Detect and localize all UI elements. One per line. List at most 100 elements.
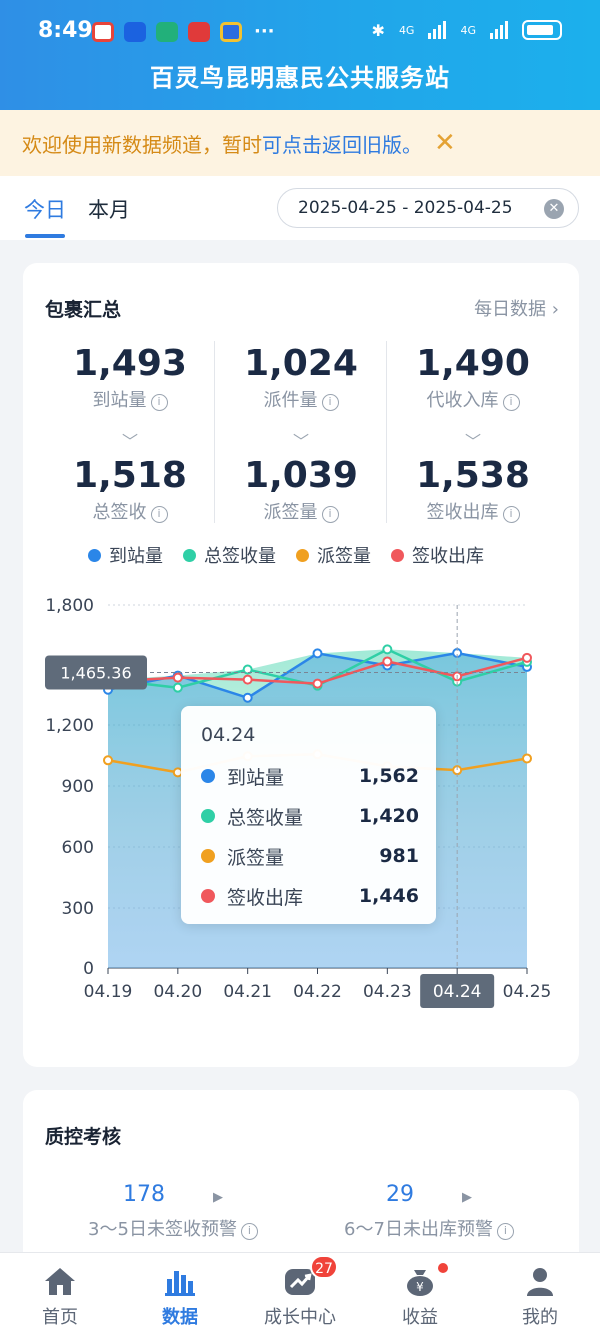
quality-item-unsigned[interactable]: 178 ▶ 3～5日未签收预警 i — [63, 1182, 283, 1241]
tooltip-swatch — [201, 889, 215, 903]
y-tick-label: 1,200 — [45, 716, 94, 736]
nav-mine[interactable]: 我的 — [480, 1253, 600, 1333]
x-tick-label: 04.25 — [503, 982, 552, 1002]
x-tick-label: 04.20 — [153, 982, 202, 1002]
chevron-down-icon: ﹀ — [121, 432, 138, 451]
data-point — [382, 644, 393, 655]
x-tick-label: 04.24 — [433, 982, 482, 1002]
legend-swatch — [183, 548, 196, 562]
nav-home[interactable]: 首页 — [0, 1253, 120, 1333]
quality-label: 6～7日未出库预警 — [344, 1219, 493, 1240]
tab-month[interactable]: 本月 — [88, 194, 130, 224]
bar-chart-icon — [165, 1271, 195, 1296]
legend-item[interactable]: 总签收量 — [183, 542, 276, 568]
notice-back-link[interactable]: 可点击返回旧版。 — [262, 129, 422, 158]
svg-text:¥: ¥ — [416, 1280, 424, 1294]
tooltip-series-name: 总签收量 — [227, 806, 304, 829]
nav-label: 我的 — [522, 1307, 558, 1328]
date-range-text: 2025-04-25 - 2025-04-25 — [298, 198, 513, 218]
date-range-picker[interactable]: 2025-04-25 - 2025-04-25 ✕ — [277, 188, 579, 228]
quality-label: 3～5日未签收预警 — [88, 1219, 237, 1240]
quality-item-not-out[interactable]: 29 ▶ 6～7日未出库预警 i — [319, 1182, 539, 1241]
data-point — [312, 648, 323, 659]
data-point — [382, 656, 393, 667]
tooltip-row: 到站量 1,562 — [201, 763, 419, 789]
tooltip-value: 1,420 — [358, 805, 419, 827]
package-summary-title: 包裹汇总 — [45, 299, 122, 321]
tooltip-date: 04.24 — [201, 724, 256, 746]
chevron-down-icon: ﹀ — [292, 432, 309, 451]
nav-label: 成长中心 — [264, 1307, 336, 1328]
app-yellow-icon — [220, 22, 242, 42]
stat-collect-in: 1,490 代收入库 i — [388, 343, 558, 412]
signal-1-icon — [428, 21, 447, 39]
quality-value: 178 — [123, 1182, 165, 1207]
chevron-right-icon: ▶ — [462, 1190, 472, 1205]
data-point — [522, 753, 532, 764]
reference-label: 1,465.36 — [60, 663, 131, 682]
clear-date-icon[interactable]: ✕ — [544, 199, 564, 219]
tooltip-series-name: 签收出库 — [227, 886, 304, 909]
y-tick-label: 300 — [62, 899, 94, 919]
stat-label: 代收入库 — [426, 390, 499, 411]
info-icon[interactable]: i — [321, 506, 339, 523]
signal-2-icon — [490, 21, 508, 39]
legend-item[interactable]: 派签量 — [296, 542, 371, 568]
stat-label: 派件量 — [263, 390, 318, 411]
legend-label: 签收出库 — [412, 546, 484, 567]
notice-text: 欢迎使用新数据频道，暂时 — [22, 132, 262, 157]
info-icon[interactable]: i — [150, 394, 168, 411]
x-tick-label: 04.22 — [293, 982, 342, 1002]
legend-label: 到站量 — [109, 546, 163, 567]
signal-2-label: 4G — [460, 23, 476, 37]
nav-data[interactable]: 数据 — [120, 1253, 240, 1333]
stat-label: 派签量 — [263, 502, 318, 523]
quality-value: 29 — [386, 1182, 414, 1207]
legend-swatch — [296, 548, 309, 562]
signal-1-label: 4G — [398, 23, 415, 37]
legend-label: 总签收量 — [204, 546, 276, 567]
info-icon[interactable]: i — [321, 394, 339, 411]
x-tick-label: 04.23 — [363, 982, 412, 1002]
period-tabs-bar: 今日 本月 2025-04-25 - 2025-04-25 ✕ — [0, 176, 600, 240]
legend-item[interactable]: 到站量 — [88, 542, 163, 568]
info-icon[interactable]: i — [496, 1223, 514, 1240]
data-point — [172, 682, 183, 693]
info-icon[interactable]: i — [150, 506, 168, 523]
app-header: 8:49 ··· ✱ 4G 4G 百灵鸟昆明惠民公共服务站 — [0, 0, 600, 110]
bottom-nav: 首页 数据 27 成长中心 ¥ 收益 我的 — [0, 1252, 600, 1333]
tooltip-swatch — [201, 769, 215, 783]
legend-item[interactable]: 签收出库 — [391, 542, 484, 568]
nav-earnings[interactable]: ¥ 收益 — [360, 1253, 480, 1333]
tab-active-indicator — [25, 234, 65, 238]
daily-data-link[interactable]: 每日数据 › — [474, 295, 559, 321]
legend-swatch — [88, 548, 101, 562]
stat-total-signed: 1,518 总签收 i — [45, 455, 215, 524]
status-app-icons: ··· — [92, 22, 275, 42]
notice-banner: 欢迎使用新数据频道，暂时 可点击返回旧版。 ✕ — [0, 110, 600, 176]
tooltip-row: 派签量 981 — [201, 843, 419, 869]
data-point — [242, 692, 253, 703]
notification-badge: 27 — [310, 1255, 338, 1279]
status-bar: 8:49 ··· ✱ 4G 4G — [0, 10, 600, 54]
stat-value: 1,518 — [73, 455, 187, 496]
tooltip-row: 总签收量 1,420 — [201, 803, 419, 829]
status-right: ✱ 4G 4G — [372, 20, 562, 40]
nav-growth[interactable]: 27 成长中心 — [240, 1253, 360, 1333]
x-tick-label: 04.19 — [84, 982, 133, 1002]
stat-arrival: 1,493 到站量 i — [45, 343, 215, 412]
tooltip-swatch — [201, 809, 215, 823]
stat-signed-out: 1,538 签收出库 i — [388, 455, 558, 524]
close-icon[interactable]: ✕ — [434, 128, 456, 158]
info-icon[interactable]: i — [240, 1223, 258, 1240]
money-bag-icon: ¥ — [407, 1270, 433, 1296]
y-tick-label: 600 — [62, 838, 94, 858]
tooltip-swatch — [201, 849, 215, 863]
tab-today[interactable]: 今日 — [24, 194, 66, 224]
stat-dispatch-signed: 1,039 派签量 i — [216, 455, 386, 524]
page-title: 百灵鸟昆明惠民公共服务站 — [150, 64, 450, 92]
info-icon[interactable]: i — [502, 506, 520, 523]
stat-value: 1,538 — [416, 455, 530, 496]
info-icon[interactable]: i — [502, 394, 520, 411]
x-tick-label: 04.21 — [223, 982, 272, 1002]
